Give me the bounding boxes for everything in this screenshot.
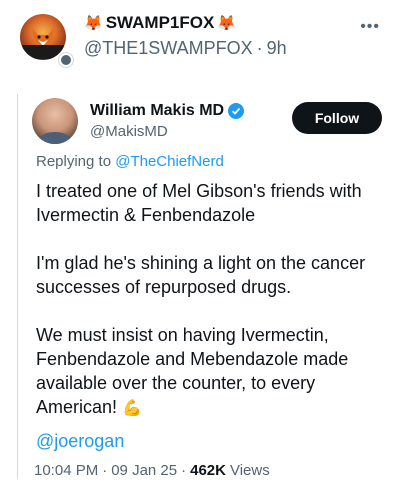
tweet-paragraph: We must insist on having Ivermectin, Fen… [36,323,396,421]
fox-emoji: 🦊 [84,15,103,32]
quoted-post[interactable]: William Makis MD @MakisMD Follow Replyin… [18,94,400,494]
post-date[interactable]: 09 Jan 25 [111,462,177,479]
tweet-paragraph-text: We must insist on having Ivermectin, Fen… [36,325,349,417]
replying-to: Replying to @TheChiefNerd [36,153,224,170]
quoted-author-handle[interactable]: @MakisMD [90,123,168,140]
author-meta: @THE1SWAMPFOX · 9h [84,38,287,59]
tweet-paragraph: I treated one of Mel Gibson's friends wi… [36,181,362,225]
stats-separator: · [102,462,108,479]
post-stats: 10:04 PM · 09 Jan 25 · 462K Views [34,462,270,479]
fox-emoji: 🦊 [217,15,236,32]
views-count[interactable]: 462K [190,462,226,479]
avatar[interactable] [20,14,66,60]
reply-mention-link[interactable]: @TheChiefNerd [115,153,224,170]
meta-separator: · [256,38,263,58]
tweet-paragraph: I'm glad he's shining a light on the can… [36,253,366,297]
stats-separator: · [181,462,187,479]
quoted-author-name[interactable]: William Makis MD [90,102,245,120]
outer-post-header: 🦊 SWAMP1FOX 🦊 @THE1SWAMPFOX · 9h ••• [0,0,400,88]
follow-button[interactable]: Follow [292,102,382,134]
post-time[interactable]: 10:04 PM [34,462,98,479]
mention-link[interactable]: @joerogan [36,431,124,452]
flexed-biceps-emoji: 💪 [122,400,142,417]
verified-badge-icon [228,103,245,119]
more-horizontal-icon[interactable]: ••• [360,18,380,36]
post-time[interactable]: 9h [267,38,287,59]
community-badge-icon [58,52,74,68]
quoted-author-name-text: William Makis MD [90,102,225,119]
author-handle[interactable]: @THE1SWAMPFOX [84,38,253,59]
author-display-name[interactable]: 🦊 SWAMP1FOX 🦊 [84,13,236,33]
reply-prefix: Replying to [36,153,112,170]
display-name-text: SWAMP1FOX [105,13,215,32]
views-label: Views [229,462,270,479]
avatar[interactable] [32,98,78,144]
